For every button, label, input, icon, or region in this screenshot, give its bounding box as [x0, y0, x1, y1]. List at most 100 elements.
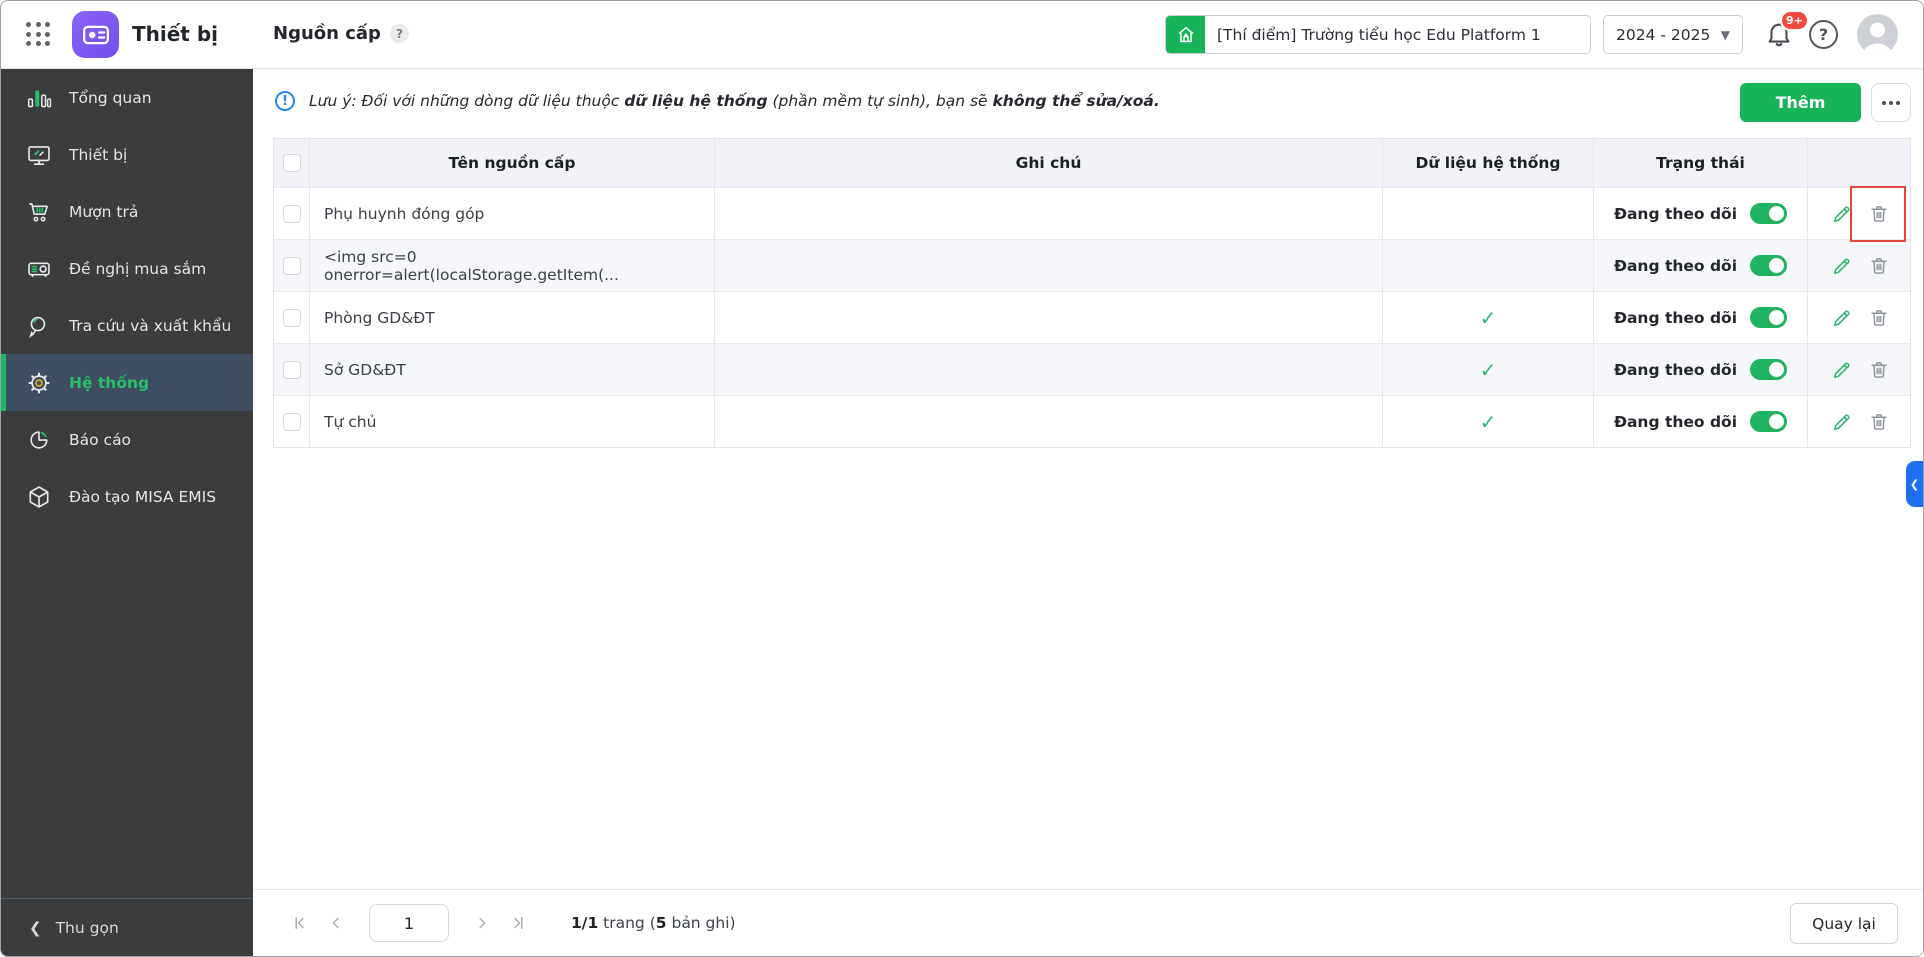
sidebar-item-label: Tra cứu và xuất khẩu — [69, 316, 232, 335]
system-data-note: ! Lưu ý: Đối với những dòng dữ liệu thuộ… — [275, 91, 1160, 111]
row-note — [715, 188, 1383, 239]
table-row: Sở GD&ĐT ✓ Đang theo dõi — [274, 343, 1910, 395]
row-checkbox[interactable] — [282, 308, 301, 327]
status-toggle[interactable] — [1750, 307, 1788, 328]
help-button[interactable]: ? — [1809, 20, 1838, 49]
main-content: ! Lưu ý: Đối với những dòng dữ liệu thuộ… — [253, 69, 1923, 956]
next-page-icon[interactable] — [471, 912, 493, 934]
back-button[interactable]: Quay lại — [1790, 903, 1898, 944]
pagination: 1 1/1 trang (5 bản ghi) — [289, 904, 736, 942]
delete-icon[interactable] — [1868, 359, 1890, 381]
home-icon — [1166, 16, 1205, 53]
column-header-actions — [1808, 139, 1912, 187]
chevron-left-icon: ❮ — [29, 918, 42, 937]
delete-icon[interactable] — [1868, 255, 1890, 277]
status-toggle[interactable] — [1750, 359, 1788, 380]
delete-icon[interactable] — [1868, 411, 1890, 433]
app-launcher-icon[interactable] — [26, 22, 52, 48]
bar-chart-icon — [27, 89, 52, 107]
table-body: Phụ huynh đóng góp ✓ Đang theo dõi <img … — [274, 186, 1910, 447]
page-help-icon[interactable]: ? — [389, 24, 409, 43]
gear-icon — [28, 371, 50, 394]
row-note — [715, 396, 1383, 447]
app-window: Thiết bị Nguồn cấp ? [Thí điểm] Trường t… — [0, 0, 1924, 957]
edit-icon[interactable] — [1831, 255, 1853, 277]
row-status-label: Đang theo dõi — [1613, 308, 1738, 327]
last-page-icon[interactable] — [507, 912, 529, 934]
school-name: [Thí điểm] Trường tiểu học Edu Platform … — [1217, 25, 1541, 44]
row-note — [715, 240, 1383, 291]
top-header: Thiết bị Nguồn cấp ? [Thí điểm] Trường t… — [1, 1, 1923, 69]
row-status-label: Đang theo dõi — [1613, 204, 1738, 223]
first-page-icon[interactable] — [289, 912, 311, 934]
edit-icon[interactable] — [1831, 307, 1853, 329]
table-row: <img src=0 onerror=alert(localStorage.ge… — [274, 239, 1910, 291]
row-status-label: Đang theo dõi — [1613, 360, 1738, 379]
status-toggle[interactable] — [1750, 411, 1788, 432]
sidebar-item-label: Đào tạo MISA EMIS — [69, 487, 217, 506]
add-button[interactable]: Thêm — [1740, 83, 1861, 122]
row-checkbox[interactable] — [282, 412, 301, 431]
more-actions-button[interactable] — [1871, 83, 1911, 122]
system-check-icon: ✓ — [1479, 409, 1497, 434]
status-toggle[interactable] — [1750, 255, 1788, 276]
prev-page-icon[interactable] — [325, 912, 347, 934]
row-note — [715, 344, 1383, 395]
table-row: Phụ huynh đóng góp ✓ Đang theo dõi — [274, 186, 1910, 242]
row-status-label: Đang theo dõi — [1613, 412, 1738, 431]
school-selector[interactable]: [Thí điểm] Trường tiểu học Edu Platform … — [1165, 15, 1591, 54]
pie-chart-icon — [30, 430, 48, 449]
column-header-name: Tên nguồn cấp — [310, 139, 715, 187]
edit-icon[interactable] — [1831, 203, 1853, 225]
sidebar-item-dao-tao[interactable]: Đào tạo MISA EMIS — [1, 468, 253, 525]
notification-badge: 9+ — [1780, 10, 1809, 31]
page-title: Nguồn cấp — [273, 23, 381, 44]
note-text: Lưu ý: Đối với những dòng dữ liệu thuộc … — [309, 92, 1160, 110]
sidebar-item-tong-quan[interactable]: Tổng quan — [1, 69, 253, 126]
sidebar-item-label: Đề nghị mua sắm — [69, 259, 207, 278]
row-name: Phụ huynh đóng góp — [310, 188, 715, 239]
system-check-icon: ✓ — [1479, 305, 1497, 330]
user-avatar[interactable] — [1857, 14, 1898, 55]
delete-icon[interactable] — [1868, 203, 1890, 225]
delete-icon[interactable] — [1868, 307, 1890, 329]
sidebar-item-he-thong[interactable]: Hệ thống — [1, 354, 253, 411]
row-name: Phòng GD&ĐT — [310, 292, 715, 343]
row-checkbox[interactable] — [282, 256, 301, 275]
page-number-input[interactable]: 1 — [369, 904, 449, 942]
cart-icon — [29, 202, 48, 222]
edge-panel-toggle[interactable]: ❮ — [1906, 461, 1923, 507]
device-app-icon[interactable] — [72, 11, 119, 58]
system-check-icon: ✓ — [1479, 357, 1497, 382]
cube-icon — [29, 485, 49, 508]
monitor-icon — [28, 145, 50, 165]
sidebar-item-label: Tổng quan — [69, 88, 152, 107]
row-checkbox[interactable] — [282, 360, 301, 379]
row-note — [715, 292, 1383, 343]
edit-icon[interactable] — [1831, 411, 1853, 433]
row-status-label: Đang theo dõi — [1613, 256, 1738, 275]
row-name: <img src=0 onerror=alert(localStorage.ge… — [310, 240, 715, 291]
sidebar-collapse-button[interactable]: ❮ Thu gọn — [1, 898, 253, 956]
sidebar-item-bao-cao[interactable]: Báo cáo — [1, 411, 253, 468]
school-year-select[interactable]: 2024 - 2025 ▼ — [1603, 15, 1743, 54]
select-all-checkbox[interactable] — [282, 154, 301, 172]
row-name: Sở GD&ĐT — [310, 344, 715, 395]
school-year-value: 2024 - 2025 — [1616, 25, 1711, 44]
edit-icon[interactable] — [1831, 359, 1853, 381]
notifications-button[interactable]: 9+ — [1764, 10, 1809, 51]
chevron-down-icon: ▼ — [1720, 27, 1730, 42]
sidebar-item-thiet-bi[interactable]: Thiết bị — [1, 126, 253, 183]
table-row: Tự chủ ✓ Đang theo dõi — [274, 395, 1910, 447]
projector-card-icon — [82, 25, 109, 44]
status-toggle[interactable] — [1750, 203, 1788, 224]
sidebar-item-label: Mượn trả — [69, 202, 139, 221]
pagination-summary: 1/1 trang (5 bản ghi) — [571, 914, 736, 932]
sidebar-item-tra-cuu[interactable]: Tra cứu và xuất khẩu — [1, 297, 253, 354]
table-row: Phòng GD&ĐT ✓ Đang theo dõi — [274, 291, 1910, 343]
row-checkbox[interactable] — [282, 204, 301, 223]
supply-source-table: Tên nguồn cấp Ghi chú Dữ liệu hệ thống T… — [273, 138, 1911, 448]
sidebar: Tổng quan Thiết bị Mượn trả Đề nghị mua … — [1, 69, 253, 956]
sidebar-item-de-nghi-mua-sam[interactable]: Đề nghị mua sắm — [1, 240, 253, 297]
sidebar-item-muon-tra[interactable]: Mượn trả — [1, 183, 253, 240]
